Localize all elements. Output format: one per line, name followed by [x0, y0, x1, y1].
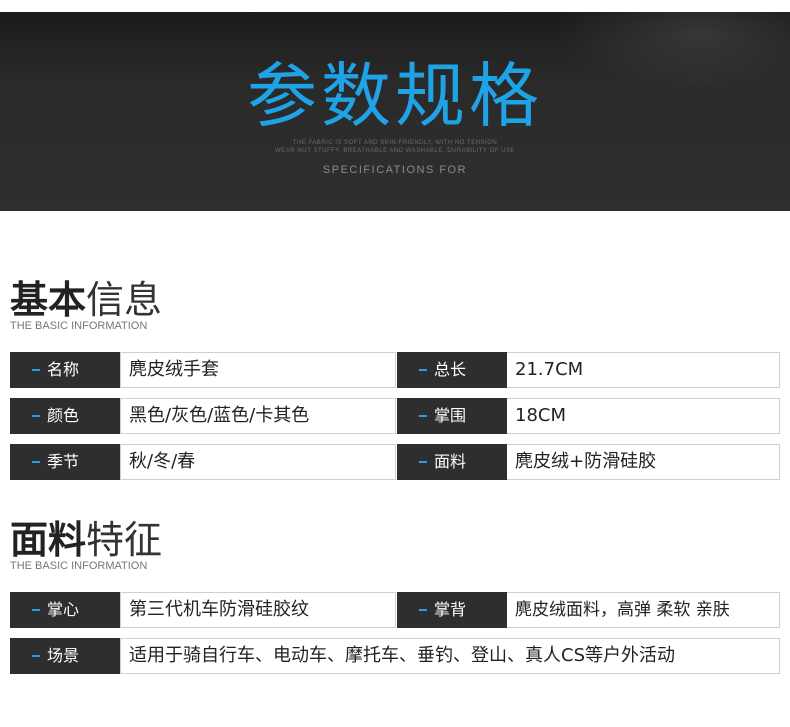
- material-title-light: 特征: [86, 518, 163, 562]
- spec-label-text: 掌心: [47, 600, 80, 619]
- spec-value-scene: 适用于骑自行车、电动车、摩托车、垂钓、登山、真人CS等户外活动: [120, 638, 780, 674]
- spec-label-length: 总长: [397, 352, 507, 388]
- material-features-subtitle: THE BASIC INFORMATION: [10, 560, 148, 572]
- spec-label-palm: 掌围: [397, 398, 507, 434]
- spec-label-color: 颜色: [10, 398, 120, 434]
- material-title-strong: 面料: [10, 518, 87, 562]
- spec-label-season: 季节: [10, 444, 120, 480]
- spec-value-color: 黑色/灰色/蓝色/卡其色: [120, 398, 396, 434]
- dash-icon: [32, 415, 40, 417]
- spec-value-length: 21.7CM: [507, 352, 780, 388]
- dash-icon: [419, 415, 427, 417]
- banner-title: 参数规格: [247, 55, 543, 137]
- dash-icon: [32, 369, 40, 371]
- banner-subtitle: SPECIFICATIONS FOR: [322, 164, 468, 176]
- spec-label-palm-side: 掌心: [10, 592, 120, 628]
- spec-label-text: 面料: [434, 452, 467, 471]
- header-banner: 参数规格 THE FABRIC IS SOFT AND SKIN-FRIENDL…: [0, 12, 790, 211]
- dash-icon: [419, 369, 427, 371]
- spec-value-palm-side: 第三代机车防滑硅胶纹: [120, 592, 396, 628]
- banner-fine-text-2: WEAR NOT STUFFY, BREATHABLE AND WASHABLE…: [275, 148, 515, 154]
- spec-label-fabric: 面料: [397, 444, 507, 480]
- dash-icon: [32, 655, 40, 657]
- spec-label-text: 季节: [47, 452, 80, 471]
- basic-info-title: 基本信息: [10, 278, 162, 322]
- top-strip: [0, 0, 790, 12]
- spec-value-palm: 18CM: [507, 398, 780, 434]
- basic-info-title-light: 信息: [86, 278, 163, 322]
- dash-icon: [32, 609, 40, 611]
- basic-info-title-strong: 基本: [10, 278, 87, 322]
- spec-label-text: 总长: [434, 360, 467, 379]
- spec-label-text: 掌背: [434, 600, 467, 619]
- dash-icon: [419, 609, 427, 611]
- spec-label-name: 名称: [10, 352, 120, 388]
- spec-label-back: 掌背: [397, 592, 507, 628]
- spec-value-fabric: 麂皮绒+防滑硅胶: [507, 444, 780, 480]
- spec-value-name: 麂皮绒手套: [120, 352, 396, 388]
- spec-value-season: 秋/冬/春: [120, 444, 396, 480]
- dash-icon: [419, 461, 427, 463]
- spec-label-text: 名称: [47, 360, 80, 379]
- banner-fine-text-1: THE FABRIC IS SOFT AND SKIN-FRIENDLY, WI…: [292, 140, 498, 146]
- basic-info-subtitle: THE BASIC INFORMATION: [10, 320, 148, 332]
- dash-icon: [32, 461, 40, 463]
- spec-value-back: 麂皮绒面料，高弹 柔软 亲肤: [507, 592, 780, 628]
- spec-label-text: 颜色: [47, 406, 80, 425]
- material-features-title: 面料特征: [10, 518, 162, 562]
- spec-label-text: 场景: [47, 646, 80, 665]
- spec-label-text: 掌围: [434, 406, 467, 425]
- spec-label-scene: 场景: [10, 638, 120, 674]
